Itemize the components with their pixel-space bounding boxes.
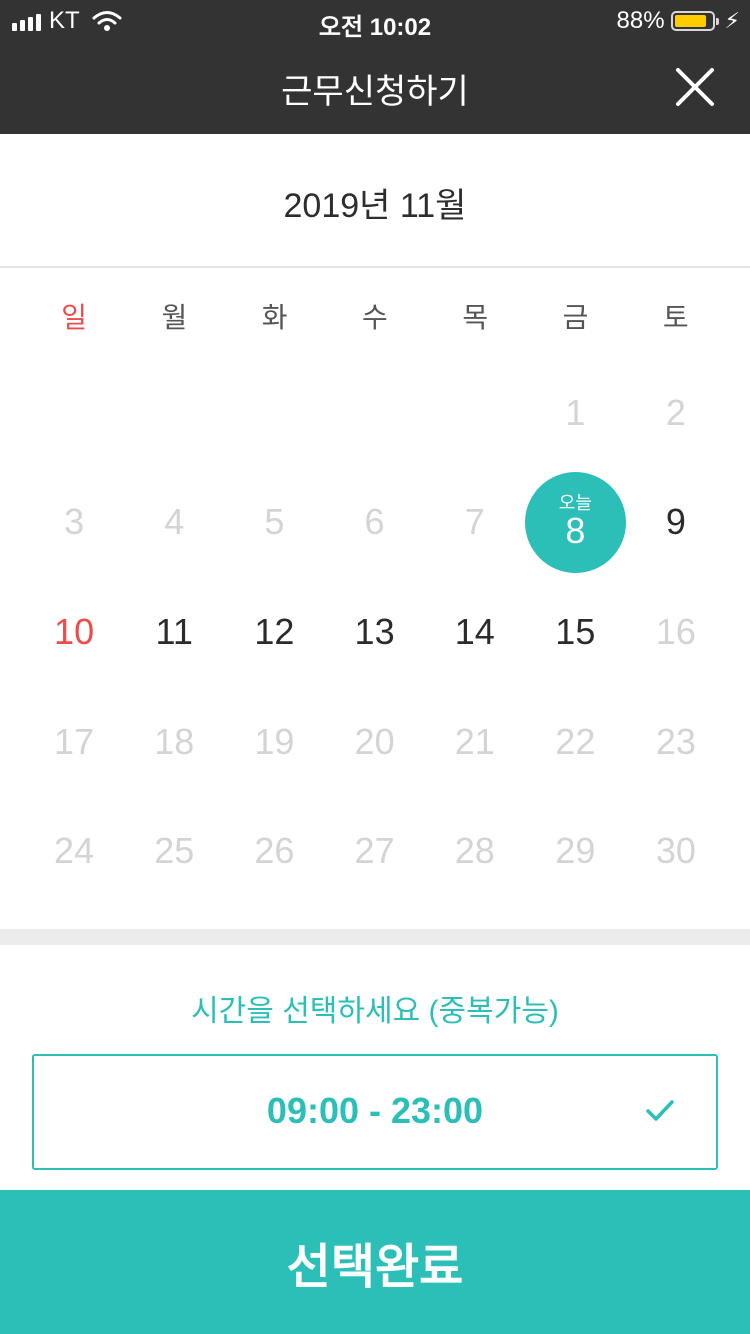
day-number: 8 bbox=[565, 510, 586, 552]
calendar-day: 19 bbox=[254, 720, 295, 762]
battery-icon bbox=[670, 11, 719, 31]
calendar-day: 27 bbox=[354, 830, 395, 872]
calendar-empty-cell bbox=[425, 358, 525, 468]
page-title: 근무신청하기 bbox=[281, 73, 469, 111]
calendar-day: 7 bbox=[464, 501, 485, 543]
close-icon[interactable] bbox=[674, 66, 716, 108]
divider bbox=[0, 266, 750, 268]
calendar-day: 3 bbox=[64, 501, 85, 543]
calendar-day: 1 bbox=[565, 391, 586, 433]
calendar-day: 18 bbox=[154, 720, 195, 762]
calendar-day: 21 bbox=[454, 720, 495, 762]
month-title: 2019년 11월 bbox=[283, 187, 467, 225]
status-right: 88% ⚡︎ bbox=[617, 7, 741, 35]
calendar-day[interactable]: 14 bbox=[425, 577, 525, 687]
calendar-day[interactable]: 11 bbox=[124, 577, 224, 687]
weekday-label: 수 bbox=[362, 302, 388, 333]
weekday-label: 금 bbox=[562, 302, 589, 333]
calendar-day: 22 bbox=[555, 720, 596, 762]
calendar-day: 29 bbox=[555, 830, 596, 872]
status-bar: KT 오전 10:02 88% ⚡︎ bbox=[0, 0, 750, 41]
calendar-day: 6 bbox=[364, 501, 385, 543]
time-select-prompt: 시간을 선택하세요 (중복가능) bbox=[191, 995, 559, 1028]
calendar-empty-cell bbox=[324, 358, 424, 468]
battery-fill bbox=[674, 15, 707, 27]
calendar-day: 28 bbox=[454, 830, 495, 872]
section-divider bbox=[0, 929, 750, 945]
calendar-empty-cell bbox=[124, 358, 224, 468]
time-slot-range: 09:00 - 23:00 bbox=[266, 1090, 484, 1131]
calendar-day[interactable]: 12 bbox=[224, 577, 324, 687]
calendar-day[interactable]: 10 bbox=[24, 577, 124, 687]
calendar-day[interactable]: 15 bbox=[525, 577, 626, 687]
header-bar: 근무신청하기 bbox=[0, 40, 750, 134]
calendar-day[interactable]: 13 bbox=[324, 577, 424, 687]
time-slot-option[interactable]: 09:00 - 23:00 bbox=[32, 1054, 718, 1170]
calendar-day: 5 bbox=[264, 501, 285, 543]
calendar-day: 20 bbox=[354, 720, 395, 762]
calendar-day[interactable]: 오늘 8 bbox=[524, 468, 626, 578]
calendar-grid: 1 2 3 4 5 6 7 오늘 8 9 10 11 12 13 14 15 16 17 18 19 20 21 22 23 2… bbox=[24, 358, 726, 906]
weekday-label: 토 bbox=[662, 302, 689, 333]
calendar-day: 26 bbox=[254, 830, 295, 872]
calendar-day[interactable]: 9 bbox=[626, 468, 726, 578]
battery-percent: 88% bbox=[616, 7, 665, 34]
calendar-empty-cell bbox=[224, 358, 324, 468]
calendar-day: 4 bbox=[164, 501, 185, 543]
today-marker: 오늘 8 bbox=[524, 471, 626, 573]
calendar-day: 16 bbox=[655, 610, 696, 652]
calendar-day: 25 bbox=[154, 830, 195, 872]
calendar-day: 23 bbox=[655, 720, 696, 762]
calendar-empty-cell bbox=[24, 358, 124, 468]
weekday-header: 일월화수목금토 bbox=[24, 296, 726, 336]
weekday-label: 월 bbox=[161, 302, 188, 333]
charging-icon: ⚡︎ bbox=[724, 8, 740, 33]
submit-button[interactable]: 선택완료 bbox=[0, 1190, 750, 1334]
calendar-day: 30 bbox=[655, 830, 696, 872]
calendar-day: 2 bbox=[665, 391, 686, 433]
weekday-label: 일 bbox=[61, 302, 88, 333]
weekday-label: 목 bbox=[462, 302, 489, 333]
calendar-day: 17 bbox=[54, 720, 95, 762]
weekday-label: 화 bbox=[261, 302, 288, 333]
calendar-day: 24 bbox=[54, 830, 95, 872]
check-icon bbox=[646, 1100, 674, 1121]
